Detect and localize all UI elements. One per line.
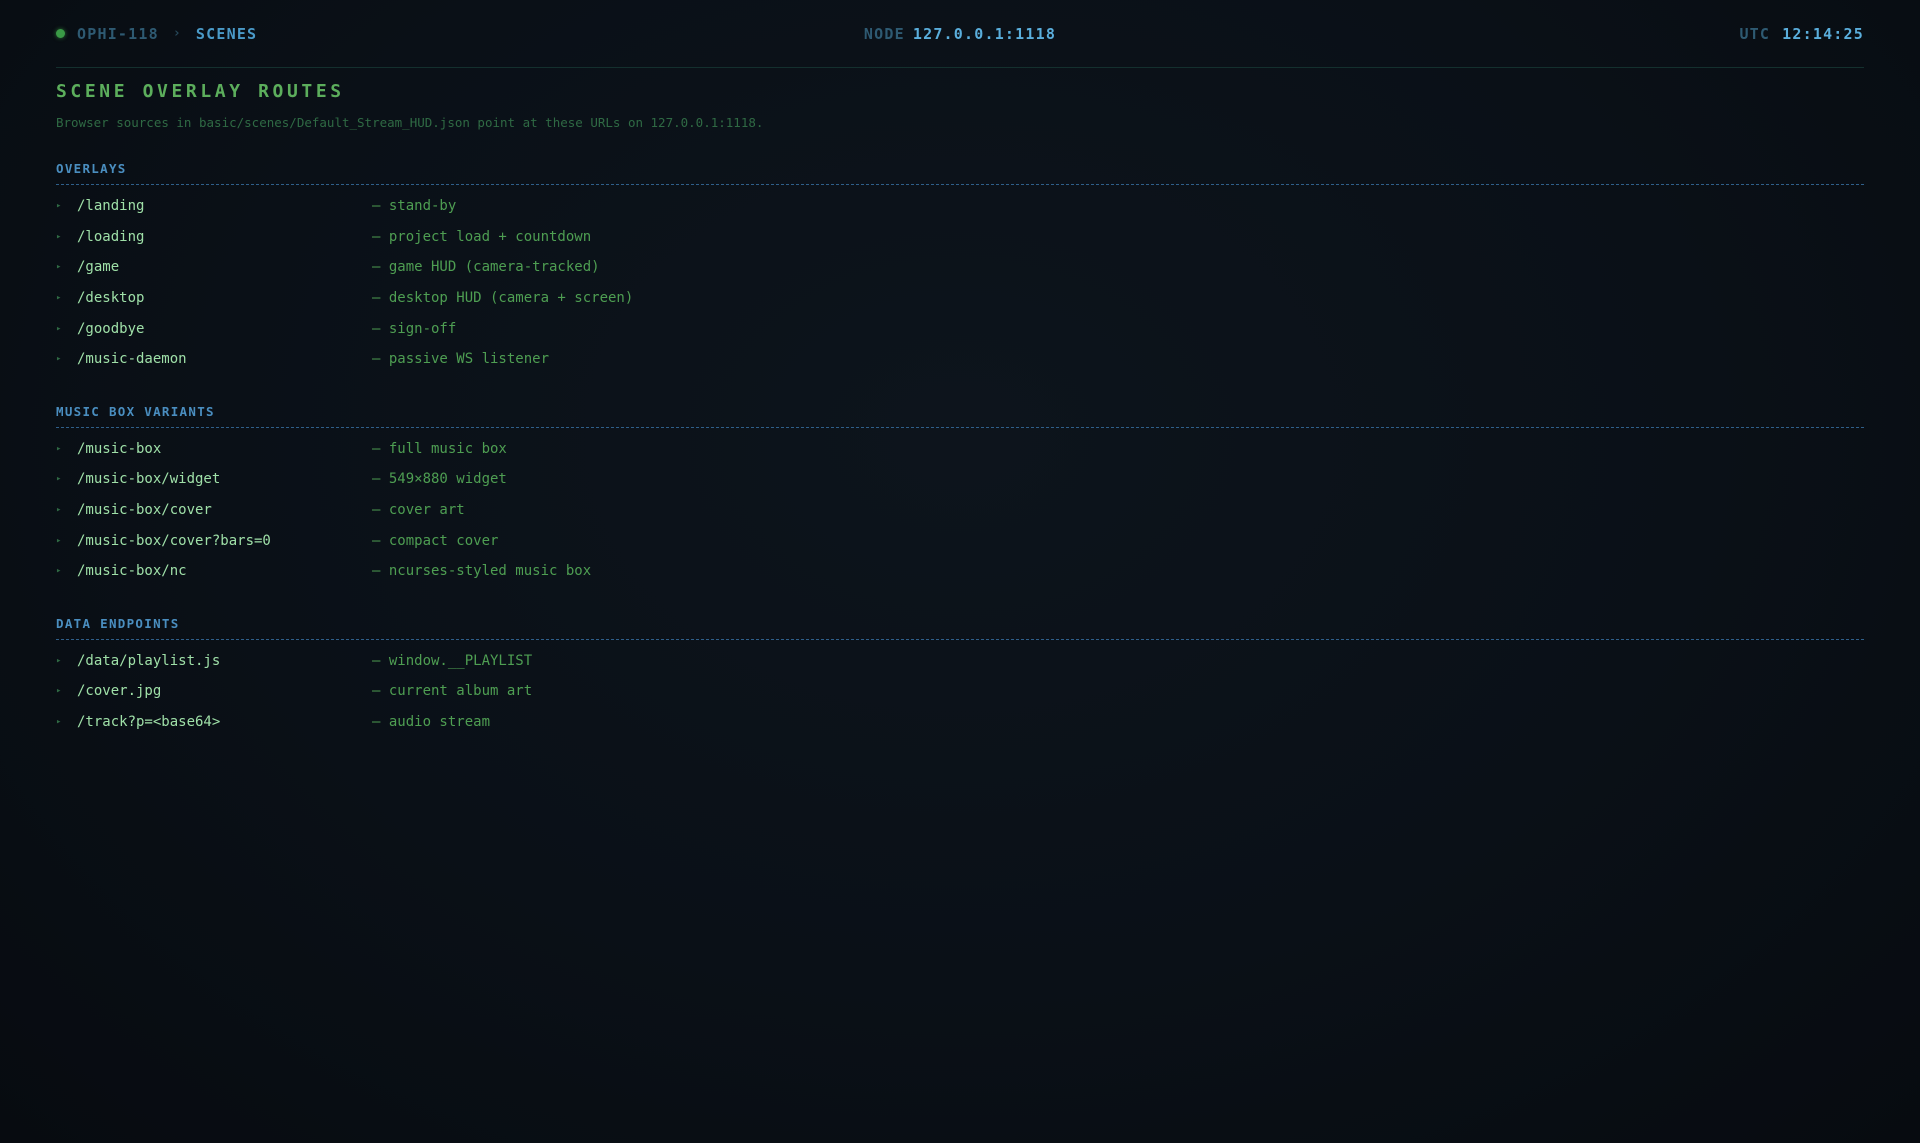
route-item: ▸ /landing — stand-by	[56, 191, 1864, 222]
route-item: ▸ /music-box/nc — ncurses-styled music box	[56, 556, 1864, 587]
route-description: — game HUD (camera-tracked)	[372, 259, 600, 276]
route-path-link[interactable]: /music-box/widget	[77, 471, 372, 487]
route-description: — window.__PLAYLIST	[372, 652, 533, 669]
route-list: ▸ /data/playlist.js — window.__PLAYLIST ▸ /c…	[56, 646, 1864, 738]
route-item: ▸ /music-box/widget — 549×880 widget	[56, 464, 1864, 495]
route-description: — current album art	[372, 683, 533, 700]
section-header: MUSIC BOX VARIANTS	[56, 403, 1864, 428]
section-header: OVERLAYS	[56, 160, 1864, 185]
route-section: MUSIC BOX VARIANTS ▸ /music-box — full musi…	[56, 403, 1864, 587]
route-path-link[interactable]: /music-box/nc	[77, 563, 372, 579]
page: OPHI-118 › SCENES NODE 127.0.0.1:1118 UT…	[56, 0, 1864, 737]
clock: UTC 12:14:25	[1056, 25, 1864, 43]
route-list: ▸ /landing — stand-by ▸ /loading — project lo…	[56, 191, 1864, 375]
route-description: — cover art	[372, 502, 465, 519]
section-header: DATA ENDPOINTS	[56, 615, 1864, 640]
route-path-link[interactable]: /goodbye	[77, 321, 372, 337]
route-item: ▸ /loading — project load + countdown	[56, 222, 1864, 253]
route-item: ▸ /music-box/cover?bars=0— compact cover	[56, 525, 1864, 556]
route-path-link[interactable]: /music-box/cover	[77, 502, 372, 518]
route-path-link[interactable]: /desktop	[77, 290, 372, 306]
clock-time: 12:14:25	[1782, 24, 1865, 43]
node-indicator: NODE 127.0.0.1:1118	[864, 25, 1056, 43]
page-title: SCENE OVERLAY ROUTES	[56, 81, 345, 102]
route-description: — sign-off	[372, 320, 457, 337]
route-path-link[interactable]: /data/playlist.js	[77, 653, 372, 669]
route-description: — full music box	[372, 440, 507, 457]
breadcrumb-separator-icon: ›	[172, 26, 182, 41]
bullet-arrow-icon: ▸	[56, 293, 62, 304]
node-label: NODE	[863, 24, 905, 43]
breadcrumb: OPHI-118 › SCENES	[56, 25, 864, 43]
route-description: — stand-by	[372, 198, 457, 215]
route-section: OVERLAYS ▸ /landing — stand-by ▸ /loading — pr…	[56, 160, 1864, 375]
route-section: DATA ENDPOINTS ▸ /data/playlist.js — window…	[56, 615, 1864, 738]
bullet-arrow-icon: ▸	[56, 201, 62, 212]
bullet-arrow-icon: ▸	[56, 566, 62, 577]
route-item: ▸ /desktop — desktop HUD (camera + screen)	[56, 283, 1864, 314]
route-description: — ncurses-styled music box	[372, 563, 592, 580]
bullet-arrow-icon: ▸	[56, 323, 62, 334]
bullet-arrow-icon: ▸	[56, 354, 62, 365]
bullet-arrow-icon: ▸	[56, 443, 62, 454]
bullet-arrow-icon: ▸	[56, 655, 62, 666]
route-description: — compact cover	[372, 532, 499, 549]
route-description: — project load + countdown	[372, 228, 592, 245]
bullet-arrow-icon: ▸	[56, 231, 62, 242]
breadcrumb-host[interactable]: OPHI-118	[77, 25, 159, 43]
route-item: ▸ /cover.jpg — current album art	[56, 676, 1864, 707]
route-description: — audio stream	[372, 714, 491, 731]
route-item: ▸ /goodbye — sign-off	[56, 313, 1864, 344]
route-description: — passive WS listener	[372, 351, 550, 368]
route-item: ▸ /music-box — full music box	[56, 434, 1864, 465]
route-path-link[interactable]: /cover.jpg	[77, 683, 372, 699]
status-dot-icon	[56, 29, 65, 38]
clock-label: UTC	[1739, 24, 1771, 43]
route-item: ▸ /music-box/cover — cover art	[56, 495, 1864, 526]
route-path-link[interactable]: /track?p=<base64>	[77, 714, 372, 730]
route-path-link[interactable]: /music-box/cover?bars=0	[77, 533, 372, 549]
breadcrumb-current: SCENES	[195, 24, 258, 43]
bullet-arrow-icon: ▸	[56, 717, 62, 728]
route-path-link[interactable]: /loading	[77, 229, 372, 245]
route-item: ▸ /data/playlist.js — window.__PLAYLIST	[56, 646, 1864, 677]
route-item: ▸ /track?p=<base64> — audio stream	[56, 707, 1864, 738]
route-sections: OVERLAYS ▸ /landing — stand-by ▸ /loading — pr…	[56, 160, 1864, 737]
node-address: 127.0.0.1:1118	[912, 24, 1057, 43]
page-subtitle: Browser sources in basic/scenes/Default_…	[56, 115, 764, 130]
route-item: ▸ /music-daemon — passive WS listener	[56, 344, 1864, 375]
top-bar: OPHI-118 › SCENES NODE 127.0.0.1:1118 UT…	[56, 0, 1864, 68]
route-path-link[interactable]: /music-box	[77, 441, 372, 457]
route-list: ▸ /music-box — full music box ▸ /music-box/w…	[56, 434, 1864, 587]
route-item: ▸ /game — game HUD (camera-tracked)	[56, 252, 1864, 283]
route-path-link[interactable]: /game	[77, 259, 372, 275]
route-description: — 549×880 widget	[372, 471, 507, 488]
route-description: — desktop HUD (camera + screen)	[372, 290, 634, 307]
bullet-arrow-icon: ▸	[56, 535, 62, 546]
bullet-arrow-icon: ▸	[56, 686, 62, 697]
route-path-link[interactable]: /music-daemon	[77, 351, 372, 367]
route-path-link[interactable]: /landing	[77, 198, 372, 214]
bullet-arrow-icon: ▸	[56, 505, 62, 516]
bullet-arrow-icon: ▸	[56, 474, 62, 485]
bullet-arrow-icon: ▸	[56, 262, 62, 273]
